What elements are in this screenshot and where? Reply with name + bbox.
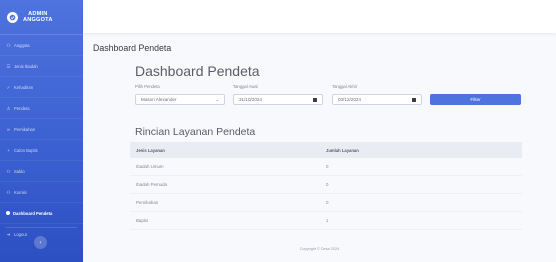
sidebar-item-label: Saldo	[14, 168, 25, 174]
rings-icon: ∞	[6, 126, 11, 132]
brand-logo-icon	[7, 11, 18, 23]
pendeta-select-value: Mason Alexander	[141, 97, 177, 102]
filter-button[interactable]: Filter	[430, 94, 521, 105]
end-date-value: 03/12/2024	[338, 97, 361, 102]
start-date-input[interactable]: 31/10/2024	[233, 94, 323, 105]
sidebar-item-label: Pendeta	[14, 105, 30, 111]
sidebar-item-label: Pernikahan	[14, 126, 36, 132]
sidebar-item-label: Logout	[14, 231, 27, 237]
footer-copyright: Copyright © Desa 2024	[299, 247, 340, 251]
table-cell: 0	[326, 182, 329, 187]
group-icon: ⚇	[6, 189, 11, 195]
card-title: Dashboard Pendeta	[135, 63, 260, 79]
sidebar-item-label: Anggota	[14, 42, 30, 48]
table-cell: 1	[326, 218, 329, 223]
table-row: Pernikahan 0	[130, 194, 522, 212]
chevron-left-icon: ‹	[39, 239, 42, 246]
sidebar-item-anggota[interactable]: ⚇ Anggota	[0, 34, 83, 55]
dashboard-icon	[6, 211, 10, 215]
users-icon: ⚇	[6, 42, 11, 48]
brand-title: ADMIN ANGGOTA	[23, 10, 53, 24]
list-icon: ☰	[6, 63, 11, 69]
table-cell: Ibadah Umum	[136, 164, 164, 169]
calendar-icon[interactable]	[412, 97, 416, 102]
sidebar-item-komisi[interactable]: ⚇ Komisi	[0, 181, 83, 202]
sidebar-item-label: Dashboard Pendeta	[13, 210, 53, 216]
table-header: Jenis Layanan Jumlah Layanan	[130, 142, 522, 158]
sidebar-item-dashboard-pendeta[interactable]: Dashboard Pendeta	[0, 202, 83, 223]
sidebar-item-saldo[interactable]: ⚇ Saldo	[0, 160, 83, 181]
table-row: Ibadah Pemuda 0	[130, 176, 522, 194]
sidebar-item-kehadiran[interactable]: ✓ Kehadiran	[0, 76, 83, 97]
topbar	[83, 0, 556, 33]
sidebar-item-pernikahan[interactable]: ∞ Pernikahan	[0, 118, 83, 139]
end-date-input[interactable]: 03/12/2024	[332, 94, 422, 105]
sidebar-item-label: Komisi	[14, 189, 27, 195]
table-cell: Pernikahan	[136, 200, 159, 205]
page-heading: Dashboard Pendeta	[93, 43, 172, 53]
sidebar-item-label: Kehadiran	[14, 84, 34, 90]
sidebar-divider	[6, 227, 77, 228]
column-header-jumlah-layanan: Jumlah Layanan	[326, 147, 359, 153]
table-cell: 0	[326, 200, 329, 205]
start-date-label: Tanggal Awal	[233, 84, 258, 89]
sidebar-item-jenis-ibadah[interactable]: ☰ Jenis Ibadah	[0, 55, 83, 76]
end-date-label: Tanggal Akhir	[332, 84, 358, 89]
pendeta-select[interactable]: Mason Alexander ⌄	[135, 94, 225, 105]
pendeta-select-label: Pilih Pendeta	[135, 84, 160, 89]
sidebar-item-calon-baptis[interactable]: + Calon Baptis	[0, 139, 83, 160]
services-table: Jenis Layanan Jumlah Layanan Ibadah Umum…	[130, 142, 522, 230]
sidebar-item-label: Calon Baptis	[14, 147, 38, 153]
user-icon: ♙	[6, 105, 11, 111]
sidebar-item-label: Jenis Ibadah	[14, 63, 38, 69]
column-header-jenis-layanan: Jenis Layanan	[136, 147, 165, 153]
start-date-value: 31/10/2024	[239, 97, 262, 102]
table-row: Baptis 1	[130, 212, 522, 230]
sidebar-toggle-button[interactable]: ‹	[34, 236, 47, 249]
table-row: Ibadah Umum 0	[130, 158, 522, 176]
table-cell: 0	[326, 164, 329, 169]
sidebar: ADMIN ANGGOTA ⚇ Anggota ☰ Jenis Ibadah ✓ …	[0, 0, 83, 262]
check-icon: ✓	[6, 84, 11, 90]
sidebar-item-pendeta[interactable]: ♙ Pendeta	[0, 97, 83, 118]
chevron-down-icon: ⌄	[215, 97, 219, 102]
calendar-icon[interactable]	[313, 97, 317, 102]
logout-icon: ➜	[6, 231, 11, 237]
user-plus-icon: +	[7, 147, 10, 153]
table-cell: Ibadah Pemuda	[136, 182, 168, 187]
brand[interactable]: ADMIN ANGGOTA	[0, 0, 83, 34]
main-content: Dashboard Pendeta Dashboard Pendeta Pili…	[83, 0, 556, 262]
wallet-icon: ⚇	[6, 168, 11, 174]
table-cell: Baptis	[136, 218, 149, 223]
table-title: Rincian Layanan Pendeta	[135, 126, 256, 138]
